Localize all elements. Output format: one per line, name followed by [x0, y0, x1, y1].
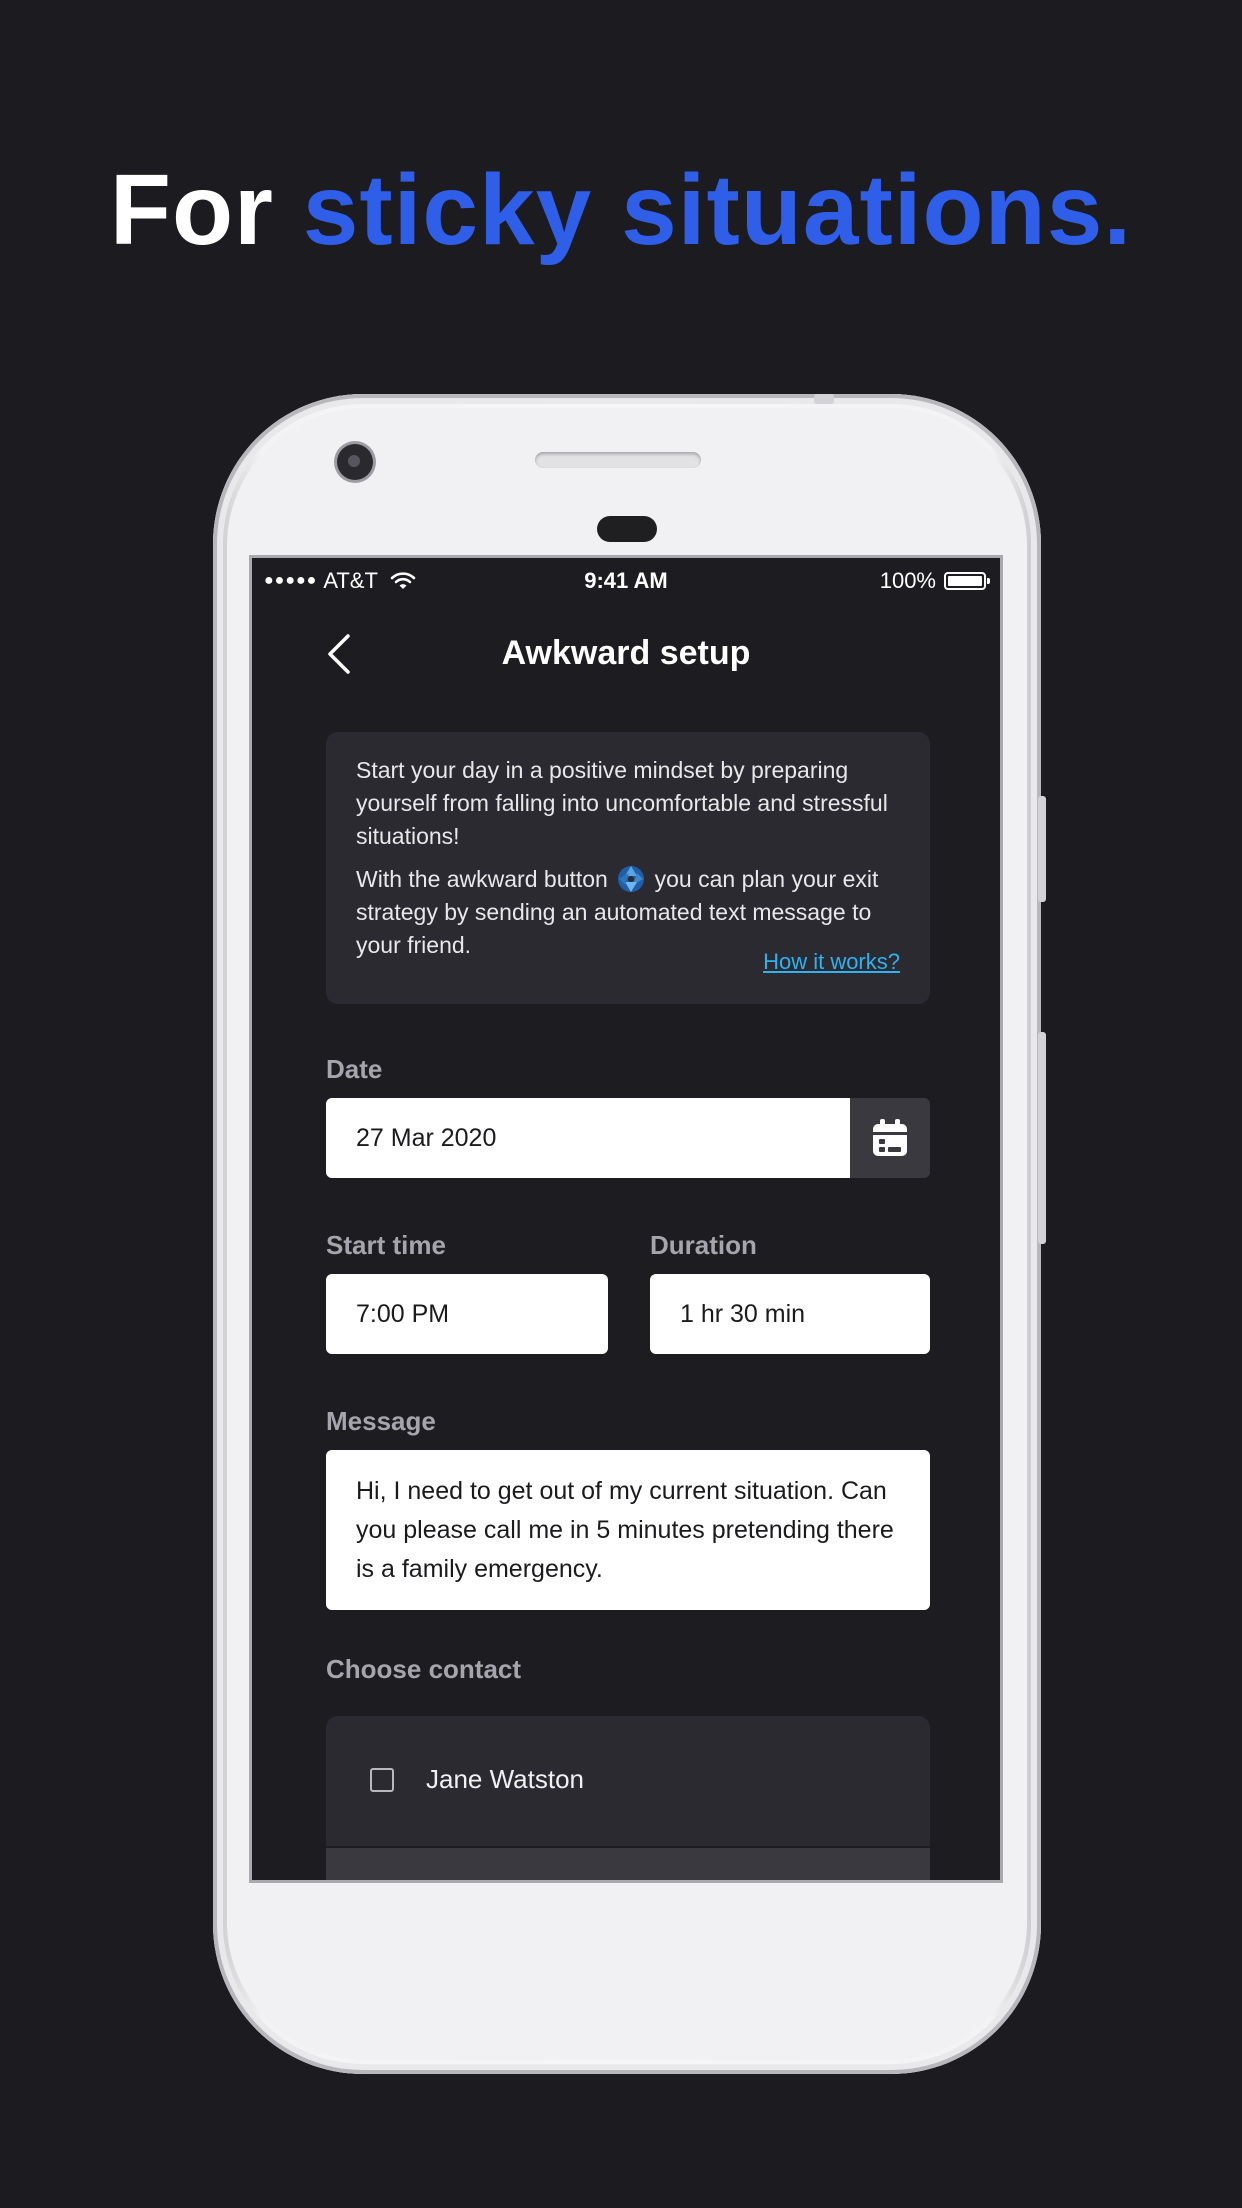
contact-checkbox[interactable]	[370, 1768, 394, 1792]
duration-label: Duration	[650, 1230, 757, 1260]
start-time-label: Start time	[326, 1230, 446, 1260]
page-title: Awkward setup	[501, 634, 751, 672]
calendar-button[interactable]	[850, 1098, 930, 1178]
info-text-before-icon: With the awkward button	[356, 866, 608, 892]
contact-item[interactable]: Jane Watston	[326, 1716, 930, 1846]
app-screen: ●●●●● AT&T 9:41 AM 100% Awkward setup St…	[252, 558, 1000, 1880]
battery-icon	[944, 572, 990, 590]
duration-field[interactable]: 1 hr 30 min	[650, 1274, 930, 1354]
info-card: Start your day in a positive mindset by …	[326, 732, 930, 1004]
proximity-sensor	[597, 516, 657, 542]
message-textarea[interactable]: Hi, I need to get out of my current situ…	[326, 1450, 930, 1610]
phone-volume-button	[1038, 796, 1046, 902]
headline: For sticky situations.	[0, 150, 1242, 270]
battery-percent: 100%	[879, 568, 936, 593]
contact-name: Jane Watston	[426, 1764, 585, 1794]
choose-contact-label: Choose contact	[326, 1654, 522, 1684]
phone-power-button	[1038, 1032, 1046, 1244]
how-it-works-link[interactable]: How it works?	[763, 945, 900, 978]
calendar-icon	[873, 1119, 907, 1156]
earpiece-speaker	[535, 452, 701, 468]
phone-top-button	[814, 394, 834, 404]
nav-bar: Awkward setup	[252, 608, 1000, 698]
status-bar: ●●●●● AT&T 9:41 AM 100%	[252, 558, 1000, 600]
front-camera	[337, 444, 373, 480]
headline-part1: For	[109, 154, 303, 266]
date-field[interactable]: 27 Mar 2020	[326, 1098, 850, 1178]
start-time-field[interactable]: 7:00 PM	[326, 1274, 608, 1354]
headline-accent: sticky situations.	[302, 154, 1133, 266]
info-paragraph-1: Start your day in a positive mindset by …	[356, 757, 888, 849]
message-label: Message	[326, 1406, 436, 1436]
awkward-button-icon	[618, 866, 645, 892]
date-label: Date	[326, 1054, 383, 1084]
contact-item-next[interactable]	[326, 1848, 930, 1880]
